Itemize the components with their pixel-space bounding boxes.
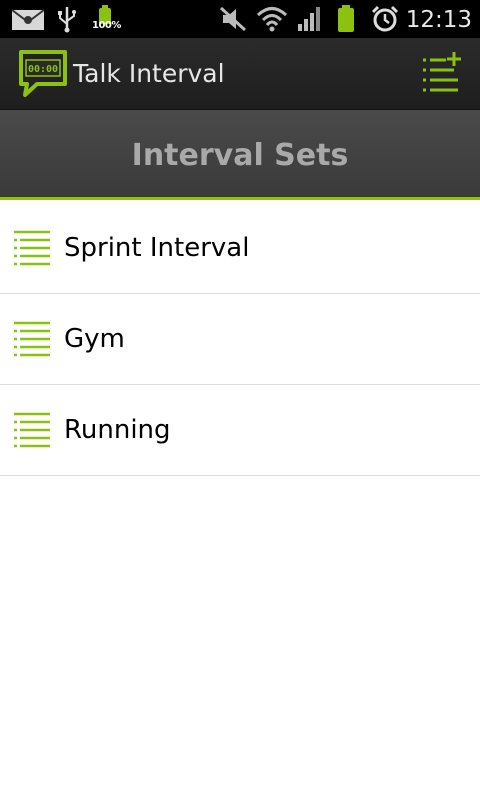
action-bar: 00:00 Talk Interval	[0, 38, 480, 110]
mail-notification-icon	[11, 9, 45, 30]
list-item[interactable]: Running	[0, 385, 480, 476]
signal-icon	[298, 7, 320, 31]
list-icon	[14, 412, 50, 448]
add-list-icon	[423, 52, 461, 92]
list-item[interactable]: Gym	[0, 294, 480, 385]
app-title: Talk Interval	[73, 59, 225, 88]
list-item-label: Gym	[64, 324, 125, 354]
interval-set-list: Sprint Interval Gym Running	[0, 203, 480, 476]
battery-percent-text: 100%	[92, 20, 121, 31]
list-item[interactable]: Sprint Interval	[0, 203, 480, 294]
alarm-icon	[371, 5, 399, 32]
status-time: 12:13	[405, 7, 472, 33]
add-interval-set-button[interactable]	[416, 48, 466, 98]
section-header: Interval Sets	[0, 110, 480, 200]
status-bar: 100% 12:13	[0, 0, 480, 38]
speech-bubble-timer-icon: 00:00	[19, 50, 67, 97]
list-icon	[14, 321, 50, 357]
list-item-label: Running	[64, 415, 171, 445]
wifi-icon	[256, 7, 288, 32]
usb-icon	[58, 7, 76, 33]
mute-icon	[219, 6, 247, 32]
section-title: Interval Sets	[131, 138, 349, 173]
battery-icon	[338, 5, 354, 32]
list-icon	[14, 230, 50, 266]
svg-text:00:00: 00:00	[28, 64, 58, 75]
list-item-label: Sprint Interval	[64, 233, 250, 263]
